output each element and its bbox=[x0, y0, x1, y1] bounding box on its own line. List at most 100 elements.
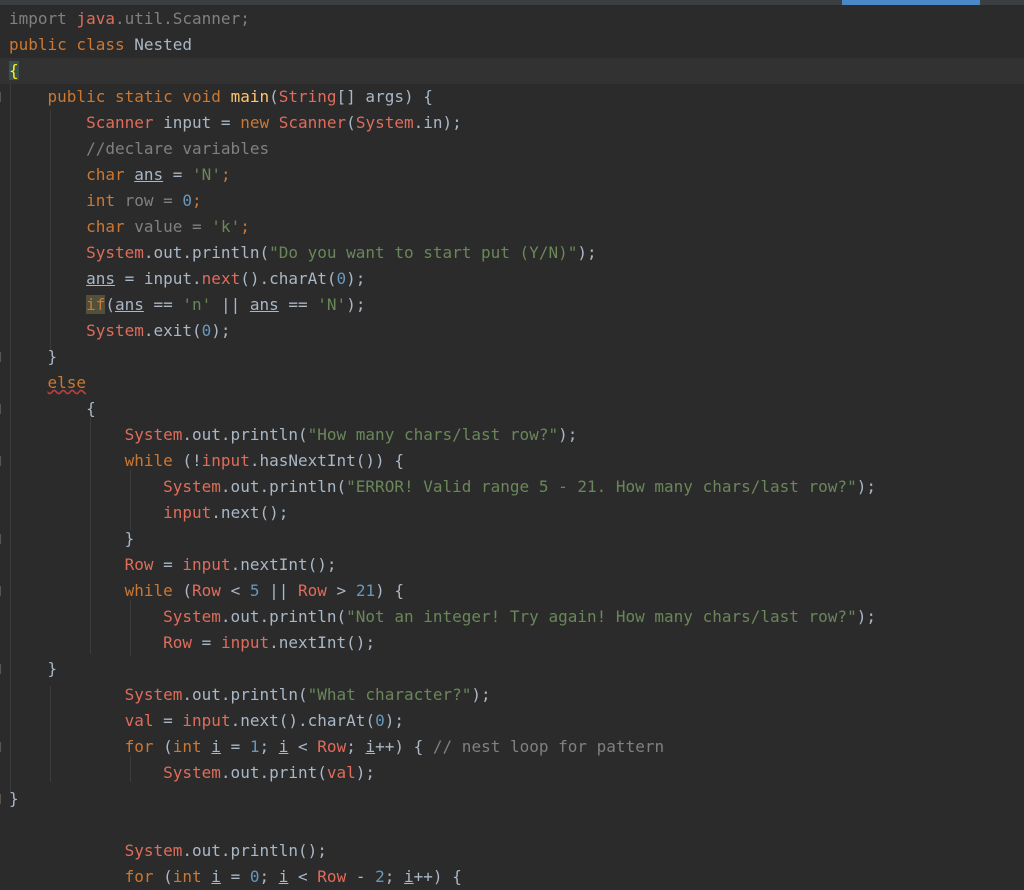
code-token: = bbox=[163, 165, 192, 184]
code-token: String bbox=[279, 87, 337, 106]
fold-marker-icon[interactable] bbox=[0, 404, 8, 414]
code-line[interactable]: for (int i = 1; i < Row; i++) { // nest … bbox=[9, 734, 664, 760]
fold-marker-icon[interactable] bbox=[0, 586, 8, 596]
code-token: input bbox=[202, 451, 250, 470]
code-line[interactable]: System.out.println("Do you want to start… bbox=[9, 240, 597, 266]
code-token: .hasNextInt()) { bbox=[250, 451, 404, 470]
code-token: ; bbox=[385, 867, 404, 886]
code-token: = bbox=[154, 711, 183, 730]
code-token: char bbox=[9, 217, 134, 236]
code-token bbox=[9, 555, 125, 574]
code-line[interactable]: System.out.println("What character?"); bbox=[9, 682, 491, 708]
code-token: ); bbox=[346, 269, 365, 288]
code-line[interactable]: val = input.next().charAt(0); bbox=[9, 708, 404, 734]
code-line[interactable]: while (Row < 5 || Row > 21) { bbox=[9, 578, 404, 604]
code-line[interactable]: System.out.println(); bbox=[9, 838, 327, 864]
code-token: .next(); bbox=[211, 503, 288, 522]
fold-marker-icon[interactable] bbox=[0, 794, 8, 804]
code-token: // nest loop for pattern bbox=[433, 737, 664, 756]
code-token bbox=[9, 841, 125, 860]
code-token: row = bbox=[125, 191, 183, 210]
code-line[interactable]: int row = 0; bbox=[9, 188, 202, 214]
code-token: 0 bbox=[375, 711, 385, 730]
code-token: .nextInt(); bbox=[269, 633, 375, 652]
fold-marker-icon[interactable] bbox=[0, 352, 8, 362]
code-token bbox=[9, 373, 48, 392]
code-token: 'N' bbox=[317, 295, 346, 314]
code-token: ); bbox=[471, 685, 490, 704]
code-token: System bbox=[125, 841, 183, 860]
code-token: { bbox=[9, 61, 19, 80]
fold-marker-icon[interactable] bbox=[0, 92, 8, 102]
code-line[interactable]: char value = 'k'; bbox=[9, 214, 250, 240]
code-token: = bbox=[221, 737, 250, 756]
code-token: .out.println(); bbox=[182, 841, 327, 860]
code-line[interactable]: Scanner input = new Scanner(System.in); bbox=[9, 110, 462, 136]
fold-marker-icon[interactable] bbox=[0, 534, 8, 544]
code-line[interactable]: for (int i = 0; i < Row - 2; i++) { bbox=[9, 864, 462, 890]
code-token: ( bbox=[105, 295, 115, 314]
code-token: val bbox=[125, 711, 154, 730]
code-token: char bbox=[9, 165, 134, 184]
code-line[interactable]: //declare variables bbox=[9, 136, 269, 162]
code-token: i bbox=[365, 737, 375, 756]
code-line[interactable]: { bbox=[9, 396, 96, 422]
code-token: int bbox=[9, 191, 125, 210]
code-line[interactable]: System.out.print(val); bbox=[9, 760, 375, 786]
code-line[interactable]: Row = input.nextInt(); bbox=[9, 552, 337, 578]
code-token: i bbox=[211, 867, 221, 886]
code-line[interactable]: char ans = 'N'; bbox=[9, 162, 231, 188]
code-token: ++) { bbox=[375, 737, 433, 756]
code-token: val bbox=[327, 763, 356, 782]
code-token: .util.Scanner; bbox=[115, 9, 250, 28]
fold-marker-icon[interactable] bbox=[0, 742, 8, 752]
code-line[interactable]: input.next(); bbox=[9, 500, 288, 526]
editor-tab-strip bbox=[0, 0, 1024, 5]
code-token: if bbox=[86, 295, 105, 314]
code-token: ); bbox=[356, 763, 375, 782]
code-token: ().charAt( bbox=[240, 269, 336, 288]
code-line[interactable]: System.out.println("How many chars/last … bbox=[9, 422, 577, 448]
code-line[interactable]: ans = input.next().charAt(0); bbox=[9, 266, 365, 292]
code-line[interactable]: } bbox=[9, 526, 134, 552]
code-line[interactable]: while (!input.hasNextInt()) { bbox=[9, 448, 404, 474]
code-line[interactable]: public class Nested bbox=[9, 32, 192, 58]
code-token: new bbox=[240, 113, 279, 132]
fold-marker-icon[interactable] bbox=[0, 664, 8, 674]
code-line[interactable]: } bbox=[9, 786, 19, 812]
code-line[interactable]: System.out.println("ERROR! Valid range 5… bbox=[9, 474, 876, 500]
code-token: .out.println( bbox=[221, 477, 346, 496]
code-token: i bbox=[279, 737, 289, 756]
code-line[interactable]: System.exit(0); bbox=[9, 318, 231, 344]
code-token: Row bbox=[192, 581, 221, 600]
code-line[interactable]: } bbox=[9, 656, 57, 682]
code-line[interactable]: System.out.println("Not an integer! Try … bbox=[9, 604, 876, 630]
code-token: == bbox=[144, 295, 183, 314]
code-token: } bbox=[9, 789, 19, 808]
current-line-highlight bbox=[0, 58, 1024, 84]
code-token: 0 bbox=[202, 321, 212, 340]
code-token: import bbox=[9, 9, 76, 28]
code-line[interactable]: } bbox=[9, 344, 57, 370]
code-token: while bbox=[9, 451, 182, 470]
code-token: [] args) { bbox=[337, 87, 433, 106]
code-line[interactable]: public static void main(String[] args) { bbox=[9, 84, 433, 110]
code-token: "ERROR! Valid range 5 - 21. How many cha… bbox=[346, 477, 857, 496]
code-token: 0 bbox=[337, 269, 347, 288]
code-token: input bbox=[182, 555, 230, 574]
code-token: input bbox=[221, 633, 269, 652]
code-line[interactable]: else bbox=[9, 370, 86, 396]
active-tab-indicator[interactable] bbox=[842, 0, 980, 5]
code-token bbox=[9, 321, 86, 340]
code-token: { bbox=[9, 399, 96, 418]
code-line[interactable]: if(ans == 'n' || ans == 'N'); bbox=[9, 292, 365, 318]
code-token: Row bbox=[298, 581, 327, 600]
code-token: ( bbox=[346, 113, 356, 132]
code-line[interactable]: import java.util.Scanner; bbox=[9, 6, 250, 32]
code-token: Scanner bbox=[86, 113, 153, 132]
code-line[interactable]: Row = input.nextInt(); bbox=[9, 630, 375, 656]
code-line[interactable]: { bbox=[9, 58, 19, 84]
fold-marker-icon[interactable] bbox=[0, 456, 8, 466]
code-token: input = bbox=[154, 113, 241, 132]
code-token: Nested bbox=[134, 35, 192, 54]
